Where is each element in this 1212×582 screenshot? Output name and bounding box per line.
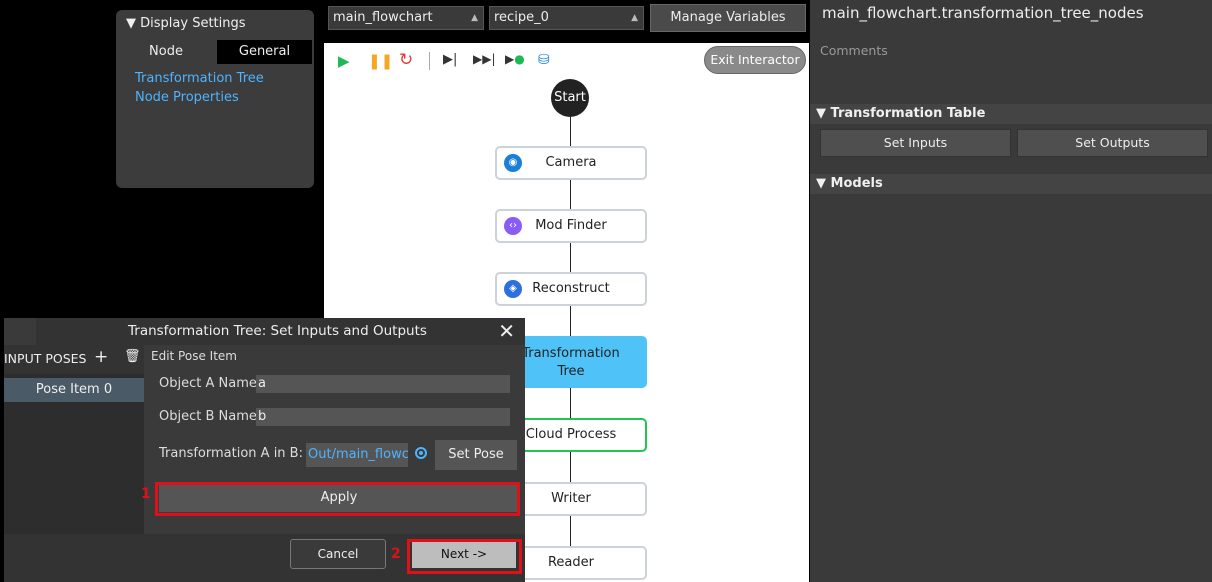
node-label: Reconstruct xyxy=(532,281,610,296)
edge xyxy=(570,306,571,336)
recipe-select[interactable]: recipe_0 ▲ xyxy=(489,6,644,30)
close-icon[interactable]: ✕ xyxy=(498,318,515,345)
play-icon[interactable]: ▶ xyxy=(338,52,350,70)
node-label: Writer xyxy=(551,491,591,506)
updown-arrow-icon: ▲ xyxy=(631,13,638,23)
apply-highlight xyxy=(155,482,520,516)
flowchart-select-value: main_flowchart xyxy=(333,10,433,25)
node-label: Mod Finder xyxy=(535,218,607,233)
models-label: Models xyxy=(830,176,883,191)
exit-interactor-button[interactable]: Exit Interactor xyxy=(704,46,806,74)
input-poses-list: Pose Item 0 xyxy=(4,374,144,534)
models-section[interactable]: ▼ Models xyxy=(810,174,1212,194)
add-icon[interactable]: + xyxy=(94,347,108,367)
input-poses-header: INPUT POSES + 🗑 xyxy=(4,345,144,374)
camera-icon: ◉ xyxy=(504,154,522,172)
pose-item[interactable]: Pose Item 0 xyxy=(4,378,144,402)
trash-icon[interactable]: 🗑 xyxy=(124,349,141,364)
node-reconstruct[interactable]: ◈ Reconstruct xyxy=(495,272,647,306)
code-icon: ‹› xyxy=(504,217,522,235)
set-inputs-button[interactable]: Set Inputs xyxy=(820,129,1011,157)
edge xyxy=(570,516,571,546)
node-label: Reader xyxy=(547,555,594,570)
edge xyxy=(570,452,571,482)
tab-node[interactable]: Node xyxy=(116,40,216,64)
start-node[interactable]: Start xyxy=(551,79,589,117)
transformation-tree-link[interactable]: Transformation Tree xyxy=(135,71,264,86)
cancel-button[interactable]: Cancel xyxy=(290,539,386,569)
next-highlight xyxy=(407,539,522,574)
display-settings-panel: ▼ Display Settings Node General Transfor… xyxy=(116,10,314,188)
node-label: Transformation Tree xyxy=(522,346,620,379)
transform-label: Transformation A in B: xyxy=(159,446,303,461)
manage-variables-button[interactable]: Manage Variables xyxy=(650,4,806,32)
display-settings-title: Display Settings xyxy=(140,16,246,31)
edge xyxy=(570,388,571,418)
pause-icon[interactable]: ❚❚ xyxy=(368,52,393,70)
edit-pose-title: Edit Pose Item xyxy=(151,349,237,363)
recipe-select-value: recipe_0 xyxy=(494,10,549,25)
edge xyxy=(570,243,571,272)
properties-title: main_flowchart.transformation_tree_nodes xyxy=(822,4,1144,22)
run-to-icon[interactable]: ▶● xyxy=(505,52,525,66)
object-b-input[interactable]: b xyxy=(256,408,510,426)
node-label: Camera xyxy=(545,155,597,170)
node-mod-finder[interactable]: ‹› Mod Finder xyxy=(495,209,647,243)
toolbar-divider xyxy=(429,52,430,70)
node-label: Cloud Process xyxy=(525,427,617,442)
reload-icon[interactable]: ↻ xyxy=(399,50,413,70)
transform-input[interactable]: Out/main_flowcha xyxy=(306,443,408,467)
step-2-number: 2 xyxy=(391,546,401,562)
dialog-titlebar: Transformation Tree: Set Inputs and Outp… xyxy=(36,318,525,345)
step-icon[interactable]: ▶| xyxy=(443,52,457,67)
set-outputs-button[interactable]: Set Outputs xyxy=(1017,129,1208,157)
flowchart-select[interactable]: main_flowchart ▲ xyxy=(328,6,484,30)
object-a-input[interactable]: a xyxy=(256,375,510,393)
cube-icon: ◈ xyxy=(504,280,522,298)
dialog-title: Transformation Tree: Set Inputs and Outp… xyxy=(128,323,427,339)
updown-arrow-icon: ▲ xyxy=(471,13,478,23)
tab-general[interactable]: General xyxy=(217,40,312,64)
set-pose-button[interactable]: Set Pose xyxy=(435,440,517,470)
edge xyxy=(570,117,571,146)
properties-panel: main_flowchart.transformation_tree_nodes… xyxy=(810,0,1212,582)
edge xyxy=(570,180,571,209)
node-debug-icon[interactable]: ⛁ xyxy=(538,52,550,68)
node-properties-link[interactable]: Node Properties xyxy=(135,90,239,105)
node-camera[interactable]: ◉ Camera xyxy=(495,146,647,180)
display-settings-header[interactable]: ▼ Display Settings xyxy=(126,16,246,31)
comments-label[interactable]: Comments xyxy=(820,43,888,58)
step-1-number: 1 xyxy=(141,486,151,502)
transformation-table-label: Transformation Table xyxy=(830,106,986,121)
input-poses-label: INPUT POSES xyxy=(4,351,87,366)
radio-icon[interactable] xyxy=(415,447,427,459)
object-a-label: Object A Name: xyxy=(159,376,262,391)
object-b-label: Object B Name: xyxy=(159,409,262,424)
transformation-table-section[interactable]: ▼ Transformation Table xyxy=(810,104,1212,124)
fast-forward-icon[interactable]: ▶▶| xyxy=(473,52,496,66)
